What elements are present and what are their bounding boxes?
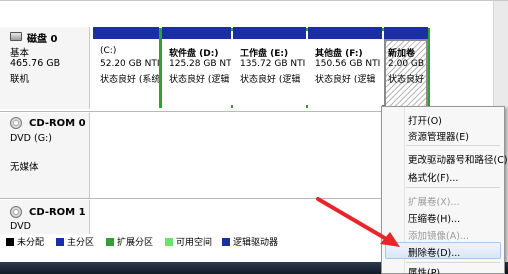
annotation-arrow-icon (316, 197, 400, 247)
